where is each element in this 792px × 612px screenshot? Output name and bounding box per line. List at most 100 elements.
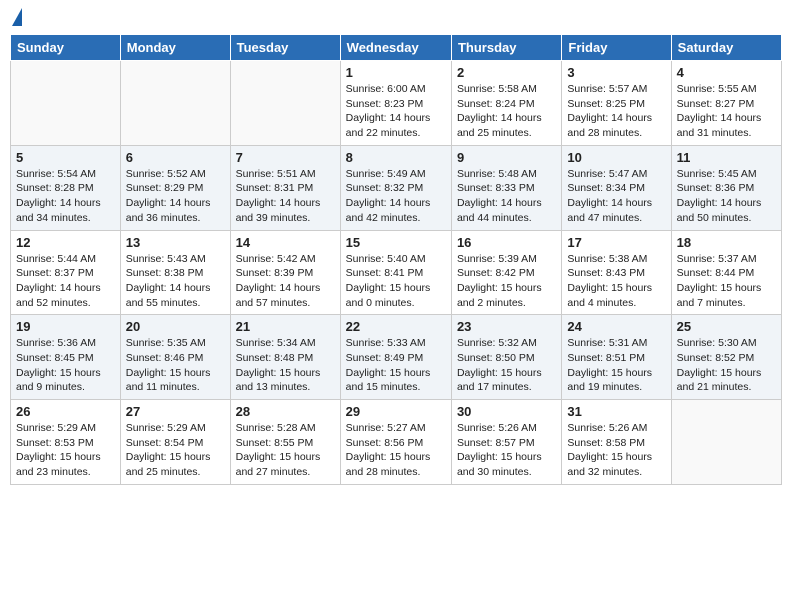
calendar-cell: 16 Sunrise: 5:39 AM Sunset: 8:42 PM Dayli… <box>451 230 561 315</box>
day-info: Sunrise: 5:44 AM Sunset: 8:37 PM Dayligh… <box>16 252 115 311</box>
day-info: Sunrise: 5:51 AM Sunset: 8:31 PM Dayligh… <box>236 167 335 226</box>
day-info: Sunrise: 5:54 AM Sunset: 8:28 PM Dayligh… <box>16 167 115 226</box>
day-number: 10 <box>567 150 665 165</box>
day-number: 6 <box>126 150 225 165</box>
calendar-cell: 7 Sunrise: 5:51 AM Sunset: 8:31 PM Daylig… <box>230 145 340 230</box>
day-number: 29 <box>346 404 446 419</box>
day-number: 15 <box>346 235 446 250</box>
day-number: 28 <box>236 404 335 419</box>
day-number: 25 <box>677 319 776 334</box>
calendar-cell: 31 Sunrise: 5:26 AM Sunset: 8:58 PM Dayli… <box>562 400 671 485</box>
calendar-cell: 18 Sunrise: 5:37 AM Sunset: 8:44 PM Dayli… <box>671 230 781 315</box>
day-info: Sunrise: 5:55 AM Sunset: 8:27 PM Dayligh… <box>677 82 776 141</box>
calendar-cell: 11Sunrise: 5:45 AM Sunset: 8:36 PM Dayli… <box>671 145 781 230</box>
day-info: Sunrise: 5:39 AM Sunset: 8:42 PM Dayligh… <box>457 252 556 311</box>
day-number: 7 <box>236 150 335 165</box>
day-info: Sunrise: 5:30 AM Sunset: 8:52 PM Dayligh… <box>677 336 776 395</box>
day-number: 26 <box>16 404 115 419</box>
day-info: Sunrise: 5:52 AM Sunset: 8:29 PM Dayligh… <box>126 167 225 226</box>
day-info: Sunrise: 5:34 AM Sunset: 8:48 PM Dayligh… <box>236 336 335 395</box>
calendar-cell: 28Sunrise: 5:28 AM Sunset: 8:55 PM Dayli… <box>230 400 340 485</box>
day-number: 30 <box>457 404 556 419</box>
calendar-cell: 26 Sunrise: 5:29 AM Sunset: 8:53 PM Dayli… <box>11 400 121 485</box>
day-info: Sunrise: 5:43 AM Sunset: 8:38 PM Dayligh… <box>126 252 225 311</box>
day-number: 9 <box>457 150 556 165</box>
day-info: Sunrise: 5:26 AM Sunset: 8:57 PM Dayligh… <box>457 421 556 480</box>
day-number: 20 <box>126 319 225 334</box>
day-info: Sunrise: 5:58 AM Sunset: 8:24 PM Dayligh… <box>457 82 556 141</box>
day-number: 31 <box>567 404 665 419</box>
calendar-table: SundayMondayTuesdayWednesdayThursdayFrid… <box>10 34 782 485</box>
day-info: Sunrise: 5:47 AM Sunset: 8:34 PM Dayligh… <box>567 167 665 226</box>
day-info: Sunrise: 5:29 AM Sunset: 8:54 PM Dayligh… <box>126 421 225 480</box>
header-thursday: Thursday <box>451 35 561 61</box>
day-info: Sunrise: 5:33 AM Sunset: 8:49 PM Dayligh… <box>346 336 446 395</box>
calendar-cell: 14Sunrise: 5:42 AM Sunset: 8:39 PM Dayli… <box>230 230 340 315</box>
day-info: Sunrise: 5:27 AM Sunset: 8:56 PM Dayligh… <box>346 421 446 480</box>
calendar-header-row: SundayMondayTuesdayWednesdayThursdayFrid… <box>11 35 782 61</box>
calendar-cell: 6 Sunrise: 5:52 AM Sunset: 8:29 PM Daylig… <box>120 145 230 230</box>
calendar-cell <box>230 61 340 146</box>
day-number: 22 <box>346 319 446 334</box>
day-info: Sunrise: 5:31 AM Sunset: 8:51 PM Dayligh… <box>567 336 665 395</box>
calendar-cell <box>11 61 121 146</box>
day-info: Sunrise: 5:29 AM Sunset: 8:53 PM Dayligh… <box>16 421 115 480</box>
calendar-cell: 4 Sunrise: 5:55 AM Sunset: 8:27 PM Daylig… <box>671 61 781 146</box>
day-number: 4 <box>677 65 776 80</box>
day-info: Sunrise: 6:00 AM Sunset: 8:23 PM Dayligh… <box>346 82 446 141</box>
calendar-cell <box>671 400 781 485</box>
day-info: Sunrise: 5:37 AM Sunset: 8:44 PM Dayligh… <box>677 252 776 311</box>
logo-triangle-icon <box>12 8 22 26</box>
calendar-cell: 29 Sunrise: 5:27 AM Sunset: 8:56 PM Dayli… <box>340 400 451 485</box>
header-monday: Monday <box>120 35 230 61</box>
header-saturday: Saturday <box>671 35 781 61</box>
day-number: 19 <box>16 319 115 334</box>
calendar-week-row: 5 Sunrise: 5:54 AM Sunset: 8:28 PM Daylig… <box>11 145 782 230</box>
day-number: 13 <box>126 235 225 250</box>
day-info: Sunrise: 5:49 AM Sunset: 8:32 PM Dayligh… <box>346 167 446 226</box>
day-number: 1 <box>346 65 446 80</box>
calendar-cell: 8Sunrise: 5:49 AM Sunset: 8:32 PM Daylig… <box>340 145 451 230</box>
calendar-cell: 10 Sunrise: 5:47 AM Sunset: 8:34 PM Dayli… <box>562 145 671 230</box>
calendar-cell: 20 Sunrise: 5:35 AM Sunset: 8:46 PM Dayli… <box>120 315 230 400</box>
page-header <box>10 10 782 26</box>
calendar-cell: 22 Sunrise: 5:33 AM Sunset: 8:49 PM Dayli… <box>340 315 451 400</box>
calendar-cell: 17 Sunrise: 5:38 AM Sunset: 8:43 PM Dayli… <box>562 230 671 315</box>
header-wednesday: Wednesday <box>340 35 451 61</box>
day-info: Sunrise: 5:40 AM Sunset: 8:41 PM Dayligh… <box>346 252 446 311</box>
calendar-week-row: 12 Sunrise: 5:44 AM Sunset: 8:37 PM Dayli… <box>11 230 782 315</box>
header-friday: Friday <box>562 35 671 61</box>
calendar-cell: 1 Sunrise: 6:00 AM Sunset: 8:23 PM Daylig… <box>340 61 451 146</box>
day-number: 16 <box>457 235 556 250</box>
day-info: Sunrise: 5:26 AM Sunset: 8:58 PM Dayligh… <box>567 421 665 480</box>
calendar-week-row: 1 Sunrise: 6:00 AM Sunset: 8:23 PM Daylig… <box>11 61 782 146</box>
header-sunday: Sunday <box>11 35 121 61</box>
calendar-cell: 3Sunrise: 5:57 AM Sunset: 8:25 PM Daylig… <box>562 61 671 146</box>
day-number: 12 <box>16 235 115 250</box>
calendar-cell: 25 Sunrise: 5:30 AM Sunset: 8:52 PM Dayli… <box>671 315 781 400</box>
day-number: 17 <box>567 235 665 250</box>
calendar-cell: 23Sunrise: 5:32 AM Sunset: 8:50 PM Dayli… <box>451 315 561 400</box>
day-number: 18 <box>677 235 776 250</box>
calendar-cell: 27Sunrise: 5:29 AM Sunset: 8:54 PM Dayli… <box>120 400 230 485</box>
calendar-week-row: 26 Sunrise: 5:29 AM Sunset: 8:53 PM Dayli… <box>11 400 782 485</box>
day-info: Sunrise: 5:57 AM Sunset: 8:25 PM Dayligh… <box>567 82 665 141</box>
day-info: Sunrise: 5:32 AM Sunset: 8:50 PM Dayligh… <box>457 336 556 395</box>
day-info: Sunrise: 5:36 AM Sunset: 8:45 PM Dayligh… <box>16 336 115 395</box>
day-number: 5 <box>16 150 115 165</box>
calendar-cell: 5 Sunrise: 5:54 AM Sunset: 8:28 PM Daylig… <box>11 145 121 230</box>
day-info: Sunrise: 5:42 AM Sunset: 8:39 PM Dayligh… <box>236 252 335 311</box>
calendar-cell: 19 Sunrise: 5:36 AM Sunset: 8:45 PM Dayli… <box>11 315 121 400</box>
day-info: Sunrise: 5:48 AM Sunset: 8:33 PM Dayligh… <box>457 167 556 226</box>
calendar-week-row: 19 Sunrise: 5:36 AM Sunset: 8:45 PM Dayli… <box>11 315 782 400</box>
day-info: Sunrise: 5:45 AM Sunset: 8:36 PM Dayligh… <box>677 167 776 226</box>
calendar-cell: 30 Sunrise: 5:26 AM Sunset: 8:57 PM Dayli… <box>451 400 561 485</box>
day-info: Sunrise: 5:35 AM Sunset: 8:46 PM Dayligh… <box>126 336 225 395</box>
day-number: 21 <box>236 319 335 334</box>
day-info: Sunrise: 5:38 AM Sunset: 8:43 PM Dayligh… <box>567 252 665 311</box>
calendar-cell: 2Sunrise: 5:58 AM Sunset: 8:24 PM Daylig… <box>451 61 561 146</box>
calendar-cell: 24 Sunrise: 5:31 AM Sunset: 8:51 PM Dayli… <box>562 315 671 400</box>
calendar-cell: 9 Sunrise: 5:48 AM Sunset: 8:33 PM Daylig… <box>451 145 561 230</box>
calendar-cell: 21 Sunrise: 5:34 AM Sunset: 8:48 PM Dayli… <box>230 315 340 400</box>
day-number: 24 <box>567 319 665 334</box>
